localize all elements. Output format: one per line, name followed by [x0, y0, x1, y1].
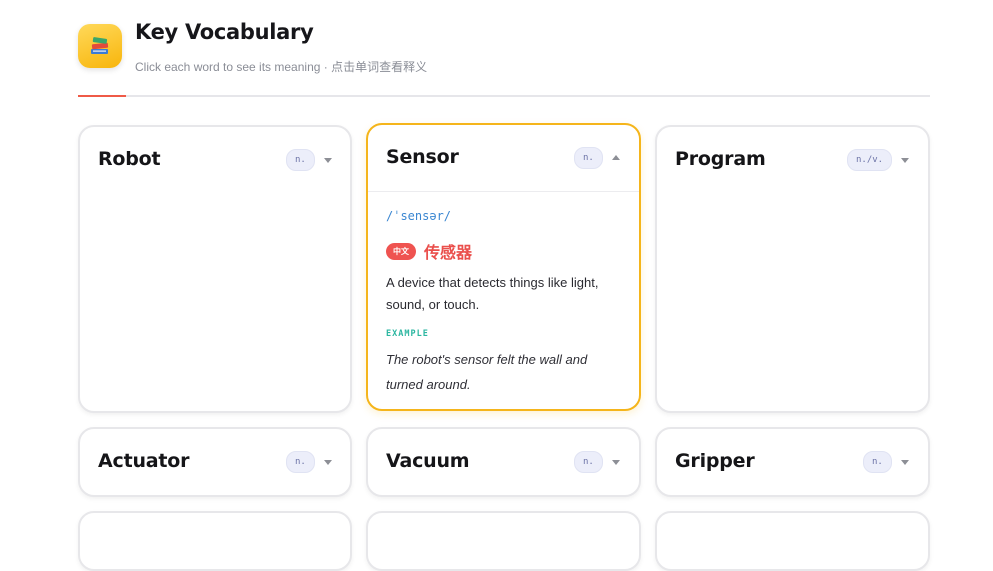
vocab-card-actuator[interactable]: Actuator n.	[78, 427, 352, 497]
card-detail-panel: /ˈsensər/ 中文 传感器 A device that detects t…	[368, 191, 639, 392]
chinese-translation: 传感器	[424, 245, 473, 262]
chevron-up-icon[interactable]	[612, 155, 620, 160]
chevron-down-icon[interactable]	[324, 460, 332, 465]
card-word: Actuator	[98, 450, 190, 472]
page-subtitle: Click each word to see its meaning · 点击单…	[135, 60, 428, 74]
books-icon	[91, 37, 109, 54]
divider-accent	[78, 95, 126, 97]
part-of-speech-badge: n.	[286, 451, 315, 473]
chinese-badge: 中文	[386, 243, 416, 260]
part-of-speech-badge: n.	[574, 451, 603, 473]
part-of-speech-badge: n.	[286, 149, 315, 171]
example-label: EXAMPLE	[386, 329, 429, 339]
card-word: Sensor	[386, 146, 459, 168]
page-title: Key Vocabulary	[135, 20, 314, 44]
chevron-down-icon[interactable]	[324, 158, 332, 163]
vocab-card-row3-1[interactable]	[78, 511, 352, 571]
chevron-down-icon[interactable]	[901, 460, 909, 465]
header-divider	[78, 95, 930, 97]
part-of-speech-badge: n.	[574, 147, 603, 169]
part-of-speech-badge: n.	[863, 451, 892, 473]
card-word: Robot	[98, 148, 161, 170]
vocab-card-sensor[interactable]: Sensor n. /ˈsensər/ 中文 传感器 A device that…	[366, 123, 641, 411]
part-of-speech-badge: n./v.	[847, 149, 893, 171]
example-sentence: The robot's sensor felt the wall and tur…	[386, 352, 588, 392]
pronunciation: /ˈsensər/	[386, 209, 452, 223]
vocab-card-row3-2[interactable]	[366, 511, 641, 571]
card-word: Gripper	[675, 450, 755, 472]
card-word: Vacuum	[386, 450, 470, 472]
vocab-card-gripper[interactable]: Gripper n.	[655, 427, 930, 497]
vocab-card-vacuum[interactable]: Vacuum n.	[366, 427, 641, 497]
definition: A device that detects things like light,…	[386, 275, 599, 312]
vocab-card-row3-3[interactable]	[655, 511, 930, 571]
vocab-card-robot[interactable]: Robot n.	[78, 125, 352, 413]
vocab-card-program[interactable]: Program n./v.	[655, 125, 930, 413]
logo	[78, 24, 122, 68]
chevron-down-icon[interactable]	[612, 460, 620, 465]
chevron-down-icon[interactable]	[901, 158, 909, 163]
card-word: Program	[675, 148, 766, 170]
